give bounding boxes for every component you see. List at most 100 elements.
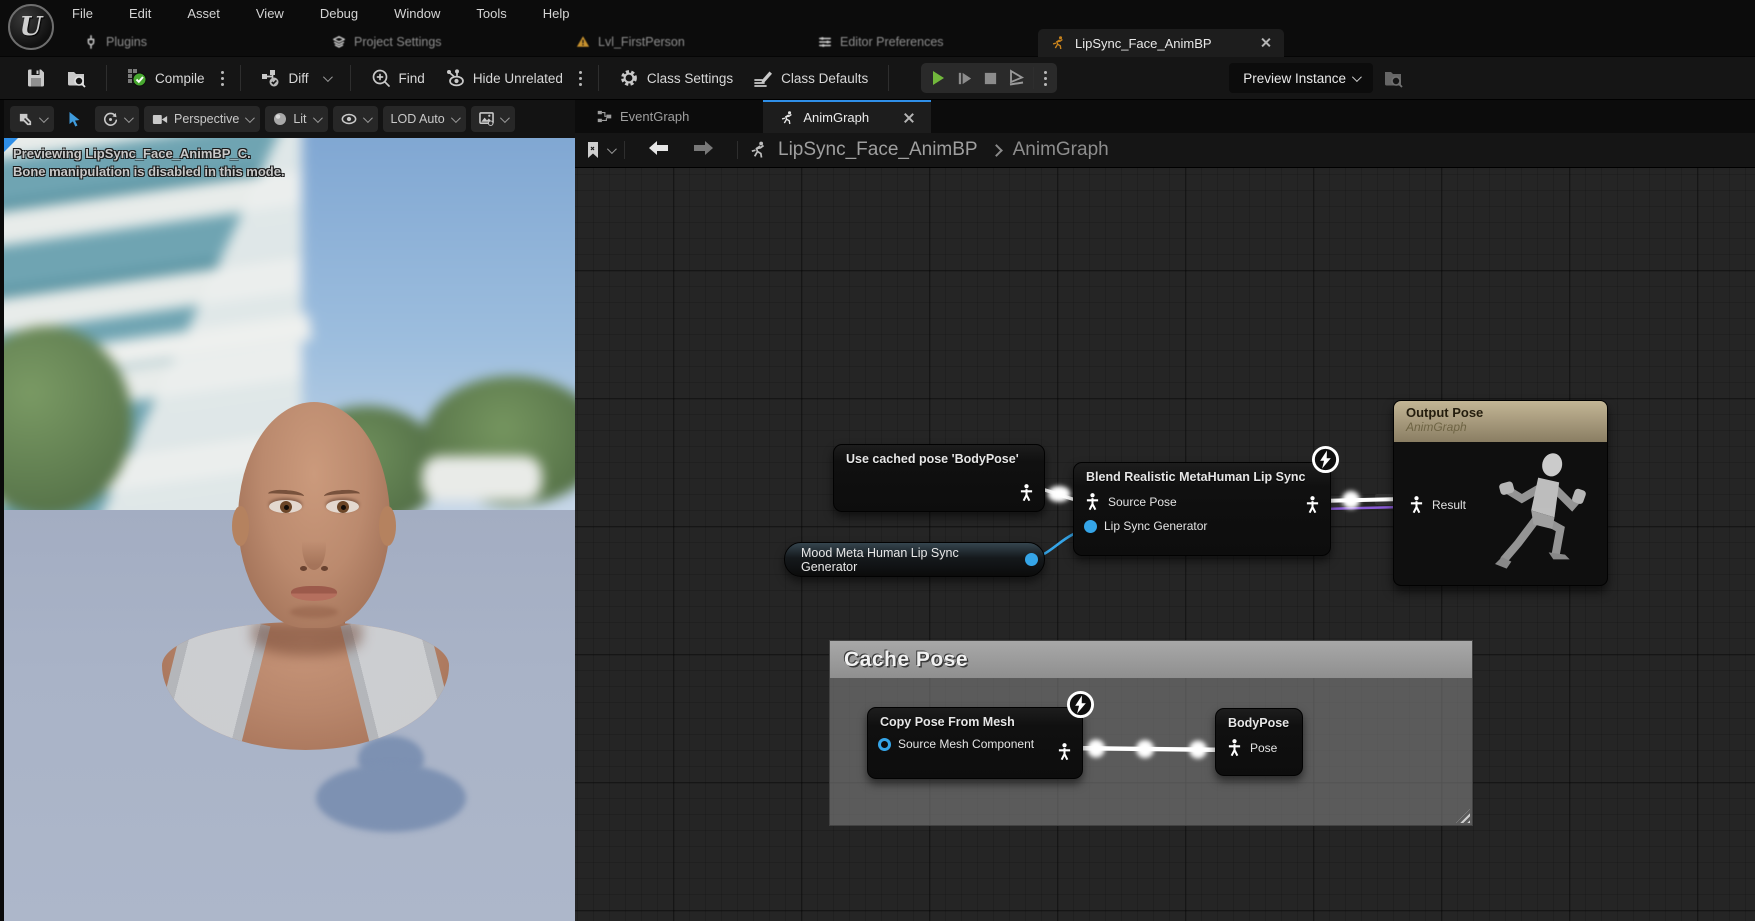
- lit-dropdown[interactable]: Lit: [265, 106, 327, 132]
- unreal-logo[interactable]: U: [8, 4, 54, 50]
- screenshot-dropdown[interactable]: [471, 106, 515, 132]
- object-input-pin[interactable]: [878, 738, 891, 751]
- diff-icon: [261, 68, 281, 88]
- browse-preview-button[interactable]: [1373, 68, 1413, 88]
- menu-help[interactable]: Help: [543, 6, 570, 21]
- menu-view[interactable]: View: [256, 6, 284, 21]
- pose-output-pin[interactable]: [1056, 742, 1073, 761]
- find-label: Find: [399, 71, 425, 86]
- forward-arrow-icon: [693, 140, 715, 156]
- nav-forward-button[interactable]: [681, 139, 727, 162]
- menu-window[interactable]: Window: [394, 6, 440, 21]
- app-tab-row: Plugins Project Settings Lvl_FirstPerson…: [0, 26, 1755, 57]
- tab-eventgraph[interactable]: EventGraph: [581, 100, 705, 133]
- preview-instance-dropdown[interactable]: Preview Instance: [1229, 63, 1373, 93]
- lod-dropdown[interactable]: LOD Auto: [383, 106, 466, 132]
- pin-row-source-pose: Source Pose: [1074, 488, 1330, 515]
- comment-header[interactable]: Cache Pose: [830, 641, 1472, 678]
- graph-breadcrumb-bar: LipSync_Face_AnimBP AnimGraph: [575, 133, 1755, 168]
- menu-debug[interactable]: Debug: [320, 6, 358, 21]
- node-copy-pose-from-mesh[interactable]: Copy Pose From Mesh Source Mesh Componen…: [867, 707, 1083, 779]
- node-title: Output Pose: [1406, 405, 1595, 420]
- class-settings-button[interactable]: Class Settings: [609, 68, 743, 88]
- animbp-runner-icon: [1050, 35, 1066, 51]
- object-input-pin[interactable]: [1084, 520, 1097, 533]
- ear: [379, 506, 396, 546]
- play-options-kebab-icon[interactable]: [1038, 71, 1053, 86]
- tab-animgraph[interactable]: AnimGraph: [763, 100, 931, 133]
- select-tool-button[interactable]: [59, 106, 90, 132]
- hide-unrelated-kebab-icon[interactable]: [573, 71, 588, 86]
- rotate-tool-button[interactable]: [95, 106, 139, 132]
- tab-level[interactable]: Lvl_FirstPerson: [576, 26, 685, 57]
- pose-input-pin[interactable]: [1084, 492, 1101, 511]
- tab-project-settings[interactable]: Project Settings: [332, 26, 442, 57]
- perspective-dropdown[interactable]: Perspective: [144, 106, 260, 132]
- class-settings-label: Class Settings: [647, 71, 733, 86]
- viewport-toolbar: Perspective Lit LOD Auto: [4, 100, 575, 138]
- diff-button[interactable]: Diff: [251, 68, 340, 88]
- node-blend-metahuman-lipsync[interactable]: Blend Realistic MetaHuman Lip Sync Sourc…: [1073, 462, 1331, 556]
- menu-edit[interactable]: Edit: [129, 6, 151, 21]
- sliders-icon: [818, 35, 832, 49]
- compile-label: Compile: [155, 71, 205, 86]
- folder-search-icon: [66, 68, 86, 88]
- menu-file[interactable]: File: [72, 6, 93, 21]
- lod-label: LOD Auto: [391, 112, 445, 126]
- comment-resize-handle[interactable]: [1456, 809, 1470, 823]
- pose-input-pin[interactable]: [1226, 738, 1243, 757]
- stop-button[interactable]: [977, 65, 1003, 91]
- image-icon: [479, 112, 494, 126]
- bone-manipulation-text: Bone manipulation is disabled in this mo…: [13, 163, 285, 181]
- close-graph-tab-icon[interactable]: [903, 112, 915, 124]
- node-title: Copy Pose From Mesh: [868, 708, 1082, 733]
- viewport-overlay-text: Previewing LipSync_Face_AnimBP_C. Bone m…: [13, 145, 285, 181]
- show-flags-dropdown[interactable]: [333, 106, 378, 132]
- viewport-maximize-button[interactable]: [10, 106, 54, 132]
- node-bodypose[interactable]: BodyPose Pose: [1215, 708, 1303, 776]
- eye: [269, 500, 302, 513]
- pose-output-pin[interactable]: [1304, 495, 1321, 514]
- preview-instance-chevron-icon: [1352, 72, 1362, 82]
- advance-button[interactable]: [1003, 65, 1029, 91]
- node-output-pose[interactable]: Output Pose AnimGraph: [1393, 400, 1608, 586]
- pin-label: Lip Sync Generator: [1104, 519, 1207, 533]
- animgraph-canvas[interactable]: Cache Pose Use cached pose 'BodyPose: [575, 168, 1755, 921]
- previewing-text: Previewing LipSync_Face_AnimBP_C.: [13, 145, 285, 163]
- play-button[interactable]: [925, 65, 951, 91]
- hide-unrelated-button[interactable]: Hide Unrelated: [435, 68, 573, 88]
- browse-asset-button[interactable]: [56, 68, 96, 88]
- lod-chevron-icon: [451, 113, 461, 123]
- viewport-3d-view[interactable]: Previewing LipSync_Face_AnimBP_C. Bone m…: [4, 138, 575, 921]
- pin-label: Pose: [1250, 741, 1277, 755]
- node-use-cached-pose[interactable]: Use cached pose 'BodyPose': [833, 444, 1045, 512]
- find-button[interactable]: Find: [361, 68, 435, 88]
- object-output-pin[interactable]: [1025, 553, 1038, 566]
- menu-tools[interactable]: Tools: [476, 6, 506, 21]
- breadcrumb-root[interactable]: LipSync_Face_AnimBP: [778, 139, 978, 161]
- pose-input-pin[interactable]: [1408, 495, 1425, 514]
- menu-asset[interactable]: Asset: [187, 6, 220, 21]
- compile-button[interactable]: Compile: [117, 68, 215, 88]
- tab-editor-preferences[interactable]: Editor Preferences: [818, 26, 944, 57]
- nav-back-button[interactable]: [635, 139, 681, 162]
- class-defaults-button[interactable]: Class Defaults: [743, 68, 878, 88]
- save-button[interactable]: [16, 68, 56, 88]
- pin-row-source-mesh: Source Mesh Component: [868, 733, 1082, 755]
- node-mood-lipsync-generator[interactable]: Mood Meta Human Lip Sync Generator: [784, 542, 1045, 577]
- pin-row-result: Result: [1398, 491, 1476, 518]
- tab-plugins[interactable]: Plugins: [84, 26, 147, 57]
- plug-icon: [84, 35, 98, 49]
- frame-step-button[interactable]: [951, 65, 977, 91]
- compile-options-kebab-icon[interactable]: [215, 71, 230, 86]
- close-tab-icon[interactable]: [1260, 37, 1272, 49]
- nostril: [300, 566, 307, 571]
- bookmark-chevron-icon[interactable]: [607, 144, 617, 154]
- bookmark-icon[interactable]: [585, 141, 601, 159]
- pose-output-pin[interactable]: [1018, 483, 1035, 502]
- breadcrumb-current[interactable]: AnimGraph: [1013, 139, 1109, 161]
- tab-lipsync-face-animbp[interactable]: LipSync_Face_AnimBP: [1038, 29, 1284, 57]
- chin-shadow: [290, 606, 338, 618]
- lit-label: Lit: [293, 112, 306, 126]
- character-bust: [162, 622, 449, 750]
